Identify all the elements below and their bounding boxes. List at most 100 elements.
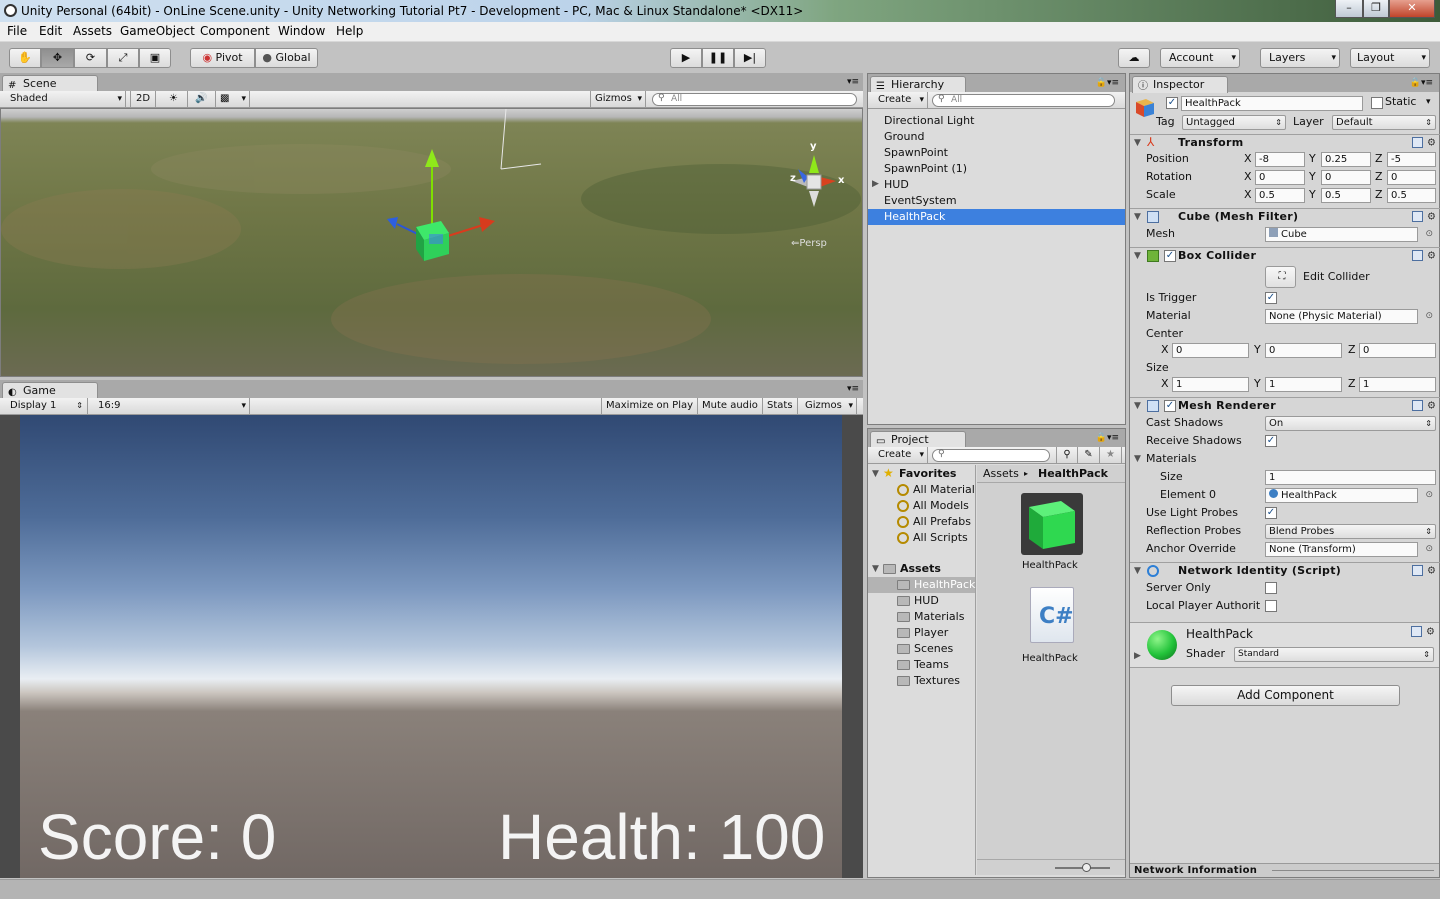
hand-tool-button[interactable]: ✋ xyxy=(9,48,41,68)
stats-toggle[interactable]: Stats xyxy=(763,398,798,414)
hierarchy-item[interactable]: SpawnPoint xyxy=(884,145,948,161)
layout-dropdown[interactable]: Layout xyxy=(1350,48,1430,68)
asset-folder[interactable]: Scenes xyxy=(897,641,953,657)
menu-help[interactable]: Help xyxy=(336,24,363,38)
layers-dropdown[interactable]: Layers xyxy=(1260,48,1340,68)
x-axis-handle[interactable] xyxy=(479,217,495,232)
game-view[interactable]: Score: 0 Health: 100 xyxy=(20,415,842,878)
global-toggle[interactable]: ● Global xyxy=(255,48,318,68)
element-material-field[interactable]: HealthPack xyxy=(1265,488,1418,503)
inspector-lock-icon[interactable]: 🔒▾≡ xyxy=(1410,78,1433,88)
position-x-field[interactable]: -8 xyxy=(1255,152,1305,167)
transform-header[interactable]: ▼ ⅄ Transform ⚙ xyxy=(1130,134,1440,152)
rotate-tool-button[interactable]: ⟳ xyxy=(74,48,107,68)
aspect-dropdown[interactable]: 16:9 xyxy=(94,398,250,414)
assets-expand-icon[interactable]: ▼ xyxy=(872,564,879,574)
breadcrumb-root[interactable]: Assets xyxy=(983,466,1019,482)
object-picker-icon[interactable]: ⊙ xyxy=(1425,544,1433,554)
mute-audio-toggle[interactable]: Mute audio xyxy=(698,398,763,414)
step-button[interactable]: ▶| xyxy=(734,48,766,68)
renderer-enabled-checkbox[interactable]: ✓ xyxy=(1164,400,1176,412)
scale-tool-button[interactable]: ⤢ xyxy=(107,48,139,68)
effects-dropdown[interactable]: ▩ xyxy=(216,91,250,107)
maximize-on-play-toggle[interactable]: Maximize on Play xyxy=(601,398,699,414)
hierarchy-selected-row[interactable]: HealthPack xyxy=(868,209,1125,225)
favorite-item[interactable]: All Models xyxy=(897,498,969,514)
hierarchy-item[interactable]: SpawnPoint (1) xyxy=(884,161,967,177)
filter-type-button[interactable]: ⚲ xyxy=(1056,447,1078,463)
hierarchy-item[interactable]: Ground xyxy=(884,129,924,145)
static-checkbox[interactable] xyxy=(1371,97,1383,109)
material-actions[interactable]: ⚙ xyxy=(1411,626,1435,638)
2d-toggle[interactable]: 2D xyxy=(130,91,156,107)
scale-y-field[interactable]: 0.5 xyxy=(1321,188,1371,203)
materials-fold-icon[interactable]: ▼ xyxy=(1134,454,1141,464)
mesh-filter-header[interactable]: ▼ Cube (Mesh Filter) ⚙ xyxy=(1130,208,1440,226)
rotation-z-field[interactable]: 0 xyxy=(1387,170,1436,185)
component-actions[interactable]: ⚙ xyxy=(1412,400,1436,412)
collider-enabled-checkbox[interactable]: ✓ xyxy=(1164,250,1176,262)
component-actions[interactable]: ⚙ xyxy=(1412,565,1436,577)
hierarchy-create-dropdown[interactable]: Create xyxy=(874,92,928,108)
shader-dropdown[interactable]: Standard xyxy=(1234,647,1434,662)
mesh-renderer-header[interactable]: ▼ ✓ Mesh Renderer ⚙ xyxy=(1130,397,1440,415)
breadcrumb-current[interactable]: HealthPack xyxy=(1038,466,1108,482)
object-picker-icon[interactable]: ⊙ xyxy=(1425,311,1433,321)
project-search-input[interactable] xyxy=(932,449,1050,462)
tab-inspector[interactable]: ⓘ Inspector xyxy=(1132,76,1228,93)
play-button[interactable]: ▶ xyxy=(670,48,702,68)
tab-hierarchy[interactable]: ☰ Hierarchy xyxy=(870,76,966,93)
filter-label-button[interactable]: ✎ xyxy=(1078,447,1100,463)
menu-assets[interactable]: Assets xyxy=(73,24,112,38)
tab-game[interactable]: ◐ Game xyxy=(2,382,98,399)
minimize-button[interactable]: – xyxy=(1335,0,1363,18)
size-x-field[interactable]: 1 xyxy=(1172,377,1249,392)
position-z-field[interactable]: -5 xyxy=(1387,152,1436,167)
hierarchy-item[interactable]: Directional Light xyxy=(884,113,974,129)
reflection-probes-dropdown[interactable]: Blend Probes xyxy=(1265,524,1436,539)
center-y-field[interactable]: 0 xyxy=(1265,343,1342,358)
menu-component[interactable]: Component xyxy=(200,24,270,38)
size-z-field[interactable]: 1 xyxy=(1359,377,1436,392)
pause-button[interactable]: ❚❚ xyxy=(702,48,734,68)
cast-shadows-dropdown[interactable]: On xyxy=(1265,416,1436,431)
orientation-gizmo[interactable]: y x z xyxy=(784,141,844,219)
menu-gameobject[interactable]: GameObject xyxy=(120,24,195,38)
anchor-override-field[interactable]: None (Transform) xyxy=(1265,542,1418,557)
scene-gizmos-dropdown[interactable]: Gizmos xyxy=(590,91,646,107)
projection-label[interactable]: ⇐Persp xyxy=(791,238,827,249)
physic-material-field[interactable]: None (Physic Material) xyxy=(1265,309,1418,324)
component-actions[interactable]: ⚙ xyxy=(1412,211,1436,223)
network-identity-header[interactable]: ▼ Network Identity (Script) ⚙ xyxy=(1130,562,1440,580)
asset-script-thumb[interactable]: C# xyxy=(1030,587,1074,643)
rect-tool-button[interactable]: ▣ xyxy=(139,48,171,68)
asset-folder[interactable]: Teams xyxy=(897,657,949,673)
asset-folder[interactable]: HUD xyxy=(897,593,939,609)
component-actions[interactable]: ⚙ xyxy=(1412,137,1436,149)
size-y-field[interactable]: 1 xyxy=(1265,377,1342,392)
scene-search-input[interactable]: All xyxy=(652,93,857,106)
asset-name[interactable]: HealthPack xyxy=(1022,558,1078,574)
static-dropdown-icon[interactable]: ▾ xyxy=(1426,94,1431,110)
materials-size-field[interactable]: 1 xyxy=(1265,470,1436,485)
box-collider-header[interactable]: ▼ ✓ Box Collider ⚙ xyxy=(1130,247,1440,265)
asset-name[interactable]: HealthPack xyxy=(1022,651,1078,667)
receive-shadows-checkbox[interactable]: ✓ xyxy=(1265,435,1277,447)
object-picker-icon[interactable]: ⊙ xyxy=(1425,229,1433,239)
position-y-field[interactable]: 0.25 xyxy=(1321,152,1371,167)
move-tool-button[interactable]: ✥ xyxy=(41,48,74,68)
project-create-dropdown[interactable]: Create xyxy=(874,447,928,463)
layer-dropdown[interactable]: Default xyxy=(1332,115,1436,130)
project-lock-icon[interactable]: 🔒▾≡ xyxy=(1096,433,1119,443)
close-button[interactable]: ✕ xyxy=(1389,0,1435,18)
favorite-item[interactable]: All Material xyxy=(897,482,975,498)
asset-folder[interactable]: Materials xyxy=(897,609,964,625)
maximize-button[interactable]: ❐ xyxy=(1363,0,1389,18)
center-x-field[interactable]: 0 xyxy=(1172,343,1249,358)
tab-project[interactable]: ▭ Project xyxy=(870,431,966,448)
hierarchy-lock-icon[interactable]: 🔒▾≡ xyxy=(1096,78,1119,88)
asset-folder[interactable]: Textures xyxy=(897,673,960,689)
shading-dropdown[interactable]: Shaded xyxy=(6,91,126,107)
add-component-button[interactable]: Add Component xyxy=(1171,685,1400,706)
rotation-y-field[interactable]: 0 xyxy=(1321,170,1371,185)
